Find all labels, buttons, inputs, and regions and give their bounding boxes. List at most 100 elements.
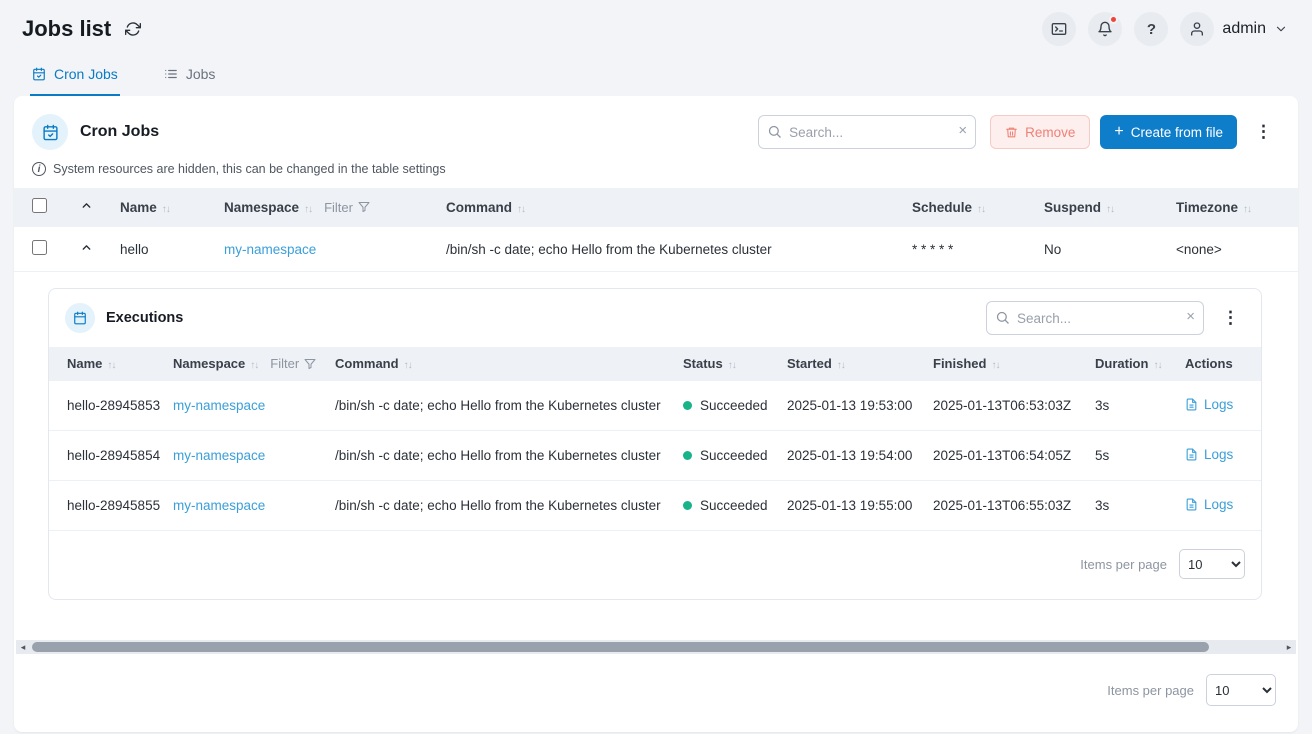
- logs-link[interactable]: Logs: [1185, 397, 1233, 412]
- list-icon: [164, 67, 178, 81]
- cron-jobs-card: Cron Jobs × Remove + Create from file ⋮: [14, 96, 1298, 732]
- sort-icon: ↑↓: [728, 360, 736, 371]
- column-header-finished[interactable]: Finished↑↓: [923, 347, 1085, 381]
- remove-button[interactable]: Remove: [990, 115, 1090, 149]
- clear-search-icon[interactable]: ×: [1186, 308, 1195, 325]
- system-resources-notice: i System resources are hidden, this can …: [14, 162, 1298, 188]
- status-badge: Succeeded: [683, 498, 767, 513]
- remove-label: Remove: [1025, 125, 1075, 140]
- scrollbar-track[interactable]: [30, 640, 1282, 654]
- executions-table: Name↑↓ Namespace↑↓Filter Command↑↓ Statu…: [49, 347, 1261, 531]
- create-label: Create from file: [1131, 125, 1223, 140]
- execution-command: /bin/sh -c date; echo Hello from the Kub…: [325, 381, 673, 431]
- executions-header-row: Name↑↓ Namespace↑↓Filter Command↑↓ Statu…: [49, 347, 1261, 381]
- namespace-filter[interactable]: Filter: [324, 200, 370, 215]
- clear-search-icon[interactable]: ×: [958, 122, 967, 139]
- trash-icon: [1005, 126, 1018, 139]
- tab-jobs[interactable]: Jobs: [162, 58, 218, 96]
- help-button[interactable]: ?: [1134, 12, 1168, 46]
- column-header-namespace[interactable]: Namespace↑↓Filter: [163, 347, 325, 381]
- executions-search-input[interactable]: [986, 301, 1204, 335]
- column-header-name[interactable]: Name↑↓: [110, 188, 214, 227]
- column-header-command[interactable]: Command↑↓: [325, 347, 673, 381]
- tab-label: Cron Jobs: [54, 66, 118, 82]
- refresh-icon[interactable]: [123, 19, 143, 39]
- sort-icon: ↑↓: [404, 360, 412, 371]
- search-icon: [995, 310, 1010, 325]
- column-header-status[interactable]: Status↑↓: [673, 347, 777, 381]
- sort-icon: ↑↓: [1153, 360, 1161, 371]
- cron-jobs-search: ×: [758, 115, 976, 149]
- logs-link[interactable]: Logs: [1185, 447, 1233, 462]
- namespace-link[interactable]: my-namespace: [173, 398, 265, 413]
- execution-row: hello-28945853 my-namespace /bin/sh -c d…: [49, 381, 1261, 431]
- search-input[interactable]: [758, 115, 976, 149]
- cron-job-name: hello: [110, 227, 214, 272]
- tab-label: Jobs: [186, 66, 216, 82]
- cron-job-command: /bin/sh -c date; echo Hello from the Kub…: [436, 227, 902, 272]
- tab-cron-jobs[interactable]: Cron Jobs: [30, 58, 120, 96]
- info-icon: i: [32, 162, 46, 176]
- cron-jobs-icon: [32, 114, 68, 150]
- collapse-row-chevron-icon[interactable]: [80, 241, 93, 254]
- file-text-icon: [1185, 398, 1198, 411]
- user-name: admin: [1222, 20, 1266, 38]
- tab-bar: Cron Jobs Jobs: [0, 54, 1312, 96]
- column-header-started[interactable]: Started↑↓: [777, 347, 923, 381]
- execution-duration: 3s: [1085, 381, 1175, 431]
- funnel-icon: [304, 358, 316, 370]
- cron-jobs-header-row: Name↑↓ Namespace↑↓Filter Command↑↓ Sched…: [14, 188, 1298, 227]
- items-per-page-select[interactable]: 10: [1179, 549, 1245, 579]
- select-all-checkbox[interactable]: [32, 198, 47, 213]
- sort-icon: ↑↓: [991, 360, 999, 371]
- column-header-command[interactable]: Command↑↓: [436, 188, 902, 227]
- namespace-link[interactable]: my-namespace: [173, 498, 265, 513]
- notifications-button[interactable]: [1088, 12, 1122, 46]
- question-icon: ?: [1147, 21, 1156, 38]
- executions-pager: Items per page 10: [49, 531, 1261, 599]
- scrollbar-thumb[interactable]: [32, 642, 1209, 652]
- column-header-suspend[interactable]: Suspend↑↓: [1034, 188, 1166, 227]
- cron-jobs-pager: Items per page 10: [14, 654, 1298, 728]
- cron-jobs-table: Name↑↓ Namespace↑↓Filter Command↑↓ Sched…: [14, 188, 1298, 272]
- executions-panel: Executions × ⋮: [14, 272, 1298, 626]
- execution-command: /bin/sh -c date; echo Hello from the Kub…: [325, 431, 673, 481]
- column-header-namespace[interactable]: Namespace↑↓Filter: [214, 188, 436, 227]
- execution-name: hello-28945854: [49, 431, 163, 481]
- column-header-duration[interactable]: Duration↑↓: [1085, 347, 1175, 381]
- executions-kebab-icon[interactable]: ⋮: [1216, 306, 1245, 330]
- column-header-schedule[interactable]: Schedule↑↓: [902, 188, 1034, 227]
- executions-title: Executions: [106, 310, 183, 326]
- status-badge: Succeeded: [683, 448, 767, 463]
- cron-icon: [32, 67, 46, 81]
- chevron-down-icon: [1274, 22, 1288, 36]
- horizontal-scrollbar[interactable]: ◂ ▸: [16, 640, 1296, 654]
- namespace-link[interactable]: my-namespace: [224, 242, 316, 257]
- kubectl-shell-button[interactable]: [1042, 12, 1076, 46]
- status-badge: Succeeded: [683, 398, 767, 413]
- execution-row: hello-28945855 my-namespace /bin/sh -c d…: [49, 481, 1261, 531]
- create-from-file-button[interactable]: + Create from file: [1100, 115, 1237, 149]
- namespace-link[interactable]: my-namespace: [173, 448, 265, 463]
- user-avatar-icon: [1180, 12, 1214, 46]
- column-header-timezone[interactable]: Timezone↑↓: [1166, 188, 1298, 227]
- funnel-icon: [358, 201, 370, 213]
- user-menu[interactable]: admin: [1180, 12, 1288, 46]
- search-icon: [767, 124, 782, 139]
- logs-link[interactable]: Logs: [1185, 497, 1233, 512]
- table-settings-kebab-icon[interactable]: ⋮: [1249, 120, 1278, 144]
- collapse-all-chevron-icon[interactable]: [80, 199, 93, 212]
- execution-started: 2025-01-13 19:54:00: [777, 431, 923, 481]
- items-per-page-select[interactable]: 10: [1206, 674, 1276, 706]
- namespace-filter[interactable]: Filter: [270, 356, 316, 371]
- scroll-right-icon[interactable]: ▸: [1282, 640, 1296, 654]
- row-checkbox[interactable]: [32, 240, 47, 255]
- plus-icon: +: [1114, 124, 1123, 140]
- page-title: Jobs list: [22, 16, 111, 42]
- cron-job-schedule: * * * * *: [902, 227, 1034, 272]
- column-header-name[interactable]: Name↑↓: [49, 347, 163, 381]
- scroll-left-icon[interactable]: ◂: [16, 640, 30, 654]
- executions-calendar-icon: [65, 303, 95, 333]
- items-per-page-label: Items per page: [1080, 557, 1167, 572]
- sort-icon: ↑↓: [1243, 204, 1251, 215]
